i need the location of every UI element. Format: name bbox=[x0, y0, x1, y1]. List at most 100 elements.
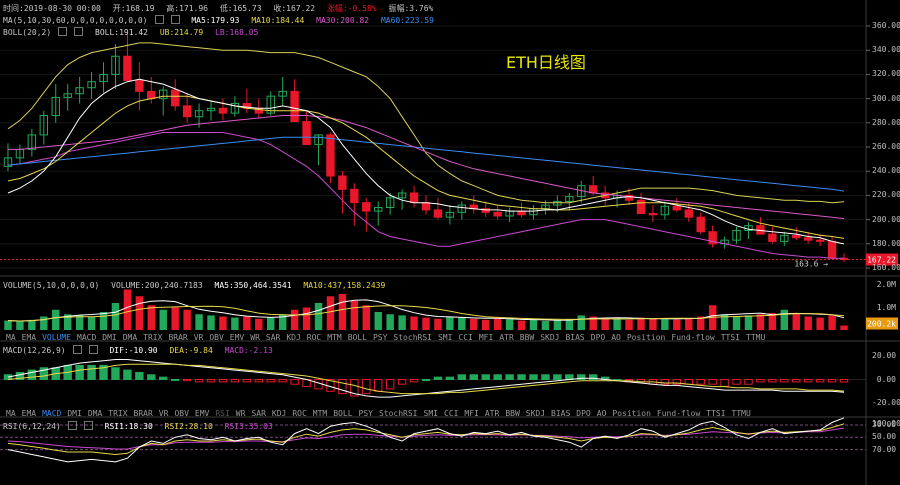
indicator-tab-bias[interactable]: BIAS bbox=[565, 333, 584, 342]
indicator-tab-vr[interactable]: VR bbox=[194, 333, 204, 342]
indicator-tab-mtm[interactable]: MTM bbox=[313, 409, 327, 418]
macd-params: MACD(12,26,9) bbox=[3, 346, 66, 355]
boll-settings-icon[interactable] bbox=[58, 27, 68, 36]
indicator-tab-dmi[interactable]: DMI bbox=[67, 409, 81, 418]
indicator-tab-ema[interactable]: EMA bbox=[22, 409, 36, 418]
indicator-tab-ttsi[interactable]: TTSI bbox=[721, 333, 740, 342]
indicator-tab-trix[interactable]: TRIX bbox=[143, 333, 162, 342]
volume-bar bbox=[195, 314, 203, 330]
macd-histogram-bar bbox=[744, 379, 753, 385]
boll-ub-value: UB:214.79 bbox=[159, 28, 204, 37]
volume-bar bbox=[255, 318, 263, 330]
macd-histogram-bar bbox=[720, 379, 729, 388]
indicator-tab-ao[interactable]: AO bbox=[611, 333, 621, 342]
indicator-tab-dmi[interactable]: DMI bbox=[102, 333, 116, 342]
macd-histogram-bar bbox=[87, 364, 96, 380]
indicator-tab-kdj[interactable]: KDJ bbox=[272, 409, 286, 418]
indicator-tab-brar[interactable]: BRAR bbox=[168, 333, 187, 342]
ma10-line bbox=[7, 95, 845, 239]
ma-close-icon[interactable] bbox=[170, 15, 180, 24]
indicator-tab-kdj[interactable]: KDJ bbox=[286, 333, 300, 342]
indicator-tab-macd[interactable]: MACD bbox=[77, 333, 96, 342]
indicator-tab-trix[interactable]: TRIX bbox=[108, 409, 127, 418]
indicator-tab-cci[interactable]: CCI bbox=[458, 333, 472, 342]
indicator-tab-emv[interactable]: EMV bbox=[230, 333, 244, 342]
indicator-tab-volume[interactable]: VOLUME bbox=[42, 333, 71, 342]
indicator-tab-wr[interactable]: WR bbox=[236, 409, 246, 418]
macd-settings-icon[interactable] bbox=[72, 345, 82, 354]
indicator-tab-stochrsi[interactable]: StochRSI bbox=[393, 333, 432, 342]
volume-bar bbox=[159, 309, 167, 330]
indicator-tab-sar[interactable]: SAR bbox=[251, 409, 265, 418]
macd-histogram-bar bbox=[230, 379, 240, 383]
price-axis-label: 360.00 bbox=[872, 21, 900, 30]
rsi-close-icon[interactable] bbox=[83, 421, 93, 430]
macd-dif-line bbox=[7, 359, 845, 398]
indicator-tab-obv[interactable]: OBV bbox=[209, 333, 223, 342]
macd-histogram-bar bbox=[696, 379, 705, 385]
ma-settings-icon[interactable] bbox=[154, 15, 164, 24]
indicator-tab-skdj[interactable]: SKDJ bbox=[526, 409, 545, 418]
indicator-tab-ttsi[interactable]: TTSI bbox=[706, 409, 725, 418]
volume-bar bbox=[446, 316, 454, 330]
indicator-tab-stochrsi[interactable]: StochRSI bbox=[379, 409, 418, 418]
indicator-tab-skdj[interactable]: SKDJ bbox=[540, 333, 559, 342]
indicator-tab-roc[interactable]: ROC bbox=[307, 333, 321, 342]
indicator-tab-ttmu[interactable]: TTMU bbox=[732, 409, 751, 418]
indicator-tab-psy[interactable]: PSY bbox=[359, 409, 373, 418]
macd-hist-value: MACD:-2.13 bbox=[224, 346, 273, 355]
indicator-tab-bbw[interactable]: BBW bbox=[520, 333, 534, 342]
volume-bar bbox=[28, 319, 36, 330]
macd-histogram-bar bbox=[159, 376, 168, 380]
indicator-tab-smi[interactable]: SMI bbox=[438, 333, 452, 342]
rsi-settings-icon[interactable] bbox=[67, 421, 77, 430]
indicator-tab-wr[interactable]: WR bbox=[250, 333, 260, 342]
indicator-tab-mfi[interactable]: MFI bbox=[479, 333, 493, 342]
volume-bar bbox=[816, 317, 824, 330]
indicator-tab-bbw[interactable]: BBW bbox=[505, 409, 519, 418]
indicator-tab-ma[interactable]: MA bbox=[6, 409, 16, 418]
volume-bar bbox=[16, 321, 24, 330]
volume-bar bbox=[649, 318, 657, 330]
indicator-tab-boll[interactable]: BOLL bbox=[333, 409, 352, 418]
indicator-tab-emv[interactable]: EMV bbox=[195, 409, 209, 418]
indicator-tab-ema[interactable]: EMA bbox=[22, 333, 36, 342]
candle-body bbox=[803, 237, 813, 241]
indicator-tab-psy[interactable]: PSY bbox=[373, 333, 387, 342]
indicator-tab-mfi[interactable]: MFI bbox=[464, 409, 478, 418]
rsi-legend: RSI(6,12,24) RSI1:18.30 RSI2:28.10 RSI3:… bbox=[3, 421, 280, 432]
indicator-tab-sar[interactable]: SAR bbox=[266, 333, 280, 342]
indicator-tab-fund-flow[interactable]: Fund-flow bbox=[657, 409, 700, 418]
indicator-tab-roc[interactable]: ROC bbox=[292, 409, 306, 418]
volume-bar bbox=[517, 320, 526, 330]
indicator-tab-cci[interactable]: CCI bbox=[444, 409, 458, 418]
indicator-tab-position[interactable]: Position bbox=[612, 409, 651, 418]
volume-bar bbox=[482, 319, 490, 330]
indicator-tab-dma[interactable]: DMA bbox=[88, 409, 102, 418]
indicator-tab-dma[interactable]: DMA bbox=[123, 333, 137, 342]
indicator-tab-dpo[interactable]: DPO bbox=[591, 333, 605, 342]
indicator-tab-smi[interactable]: SMI bbox=[424, 409, 438, 418]
macd-dif-value: DIF:-10.90 bbox=[109, 346, 158, 355]
indicator-tab-ma[interactable]: MA bbox=[6, 333, 16, 342]
indicator-tab-ao[interactable]: AO bbox=[597, 409, 607, 418]
indicator-tab-bias[interactable]: BIAS bbox=[551, 409, 570, 418]
indicator-tab-vr[interactable]: VR bbox=[159, 409, 169, 418]
macd-close-icon[interactable] bbox=[88, 345, 98, 354]
volume-bar bbox=[326, 296, 335, 330]
indicator-tab-boll[interactable]: BOLL bbox=[348, 333, 367, 342]
indicator-tab-atr[interactable]: ATR bbox=[485, 409, 499, 418]
indicator-tab-fund-flow[interactable]: Fund-flow bbox=[671, 333, 714, 342]
indicator-tab-macd[interactable]: MACD bbox=[42, 409, 61, 418]
indicator-tab-rsi[interactable]: RSI bbox=[215, 409, 229, 418]
indicator-tab-dpo[interactable]: DPO bbox=[576, 409, 590, 418]
indicator-tab-brar[interactable]: BRAR bbox=[134, 409, 153, 418]
macd-legend: MACD(12,26,9) DIF:-10.90 DEA:-9.84 MACD:… bbox=[3, 345, 280, 356]
indicator-tab-ttmu[interactable]: TTMU bbox=[746, 333, 765, 342]
indicator-tab-obv[interactable]: OBV bbox=[174, 409, 188, 418]
price-axis-label: 300.00 bbox=[872, 93, 900, 103]
boll-close-icon[interactable] bbox=[74, 27, 84, 36]
indicator-tab-atr[interactable]: ATR bbox=[499, 333, 513, 342]
indicator-tab-position[interactable]: Position bbox=[627, 333, 666, 342]
indicator-tab-mtm[interactable]: MTM bbox=[327, 333, 341, 342]
